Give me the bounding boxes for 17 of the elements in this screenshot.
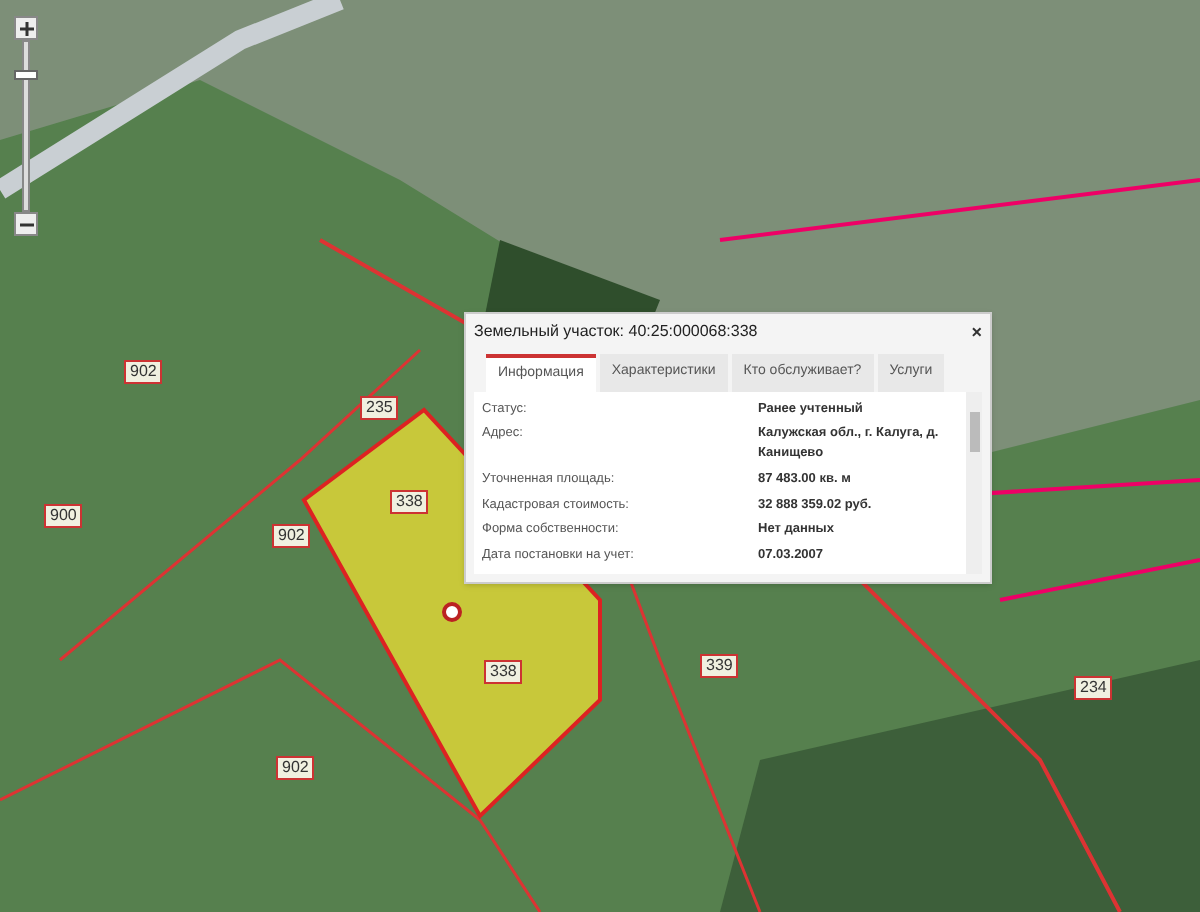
zoom-in-button[interactable]: [14, 16, 38, 40]
parcel-number: 902: [124, 360, 163, 384]
parcel-number: 900: [44, 504, 83, 528]
parcel-number: 338: [390, 490, 429, 514]
popup-title: Земельный участок: 40:25:000068:338: [474, 320, 758, 344]
close-button[interactable]: ×: [971, 323, 982, 341]
zoom-out-button[interactable]: [14, 212, 38, 236]
parcel-number: 235: [360, 396, 399, 420]
plus-icon: [19, 21, 33, 35]
location-pin-icon: [442, 602, 462, 622]
parcel-number: 339: [700, 654, 739, 678]
parcel-number: 902: [272, 524, 311, 548]
parcel-number: 902: [276, 756, 315, 780]
parcel-number: 338: [484, 660, 523, 684]
parcel-number: 234: [1074, 676, 1113, 700]
scrollbar[interactable]: [966, 391, 982, 574]
zoom-slider-thumb[interactable]: [14, 70, 38, 81]
